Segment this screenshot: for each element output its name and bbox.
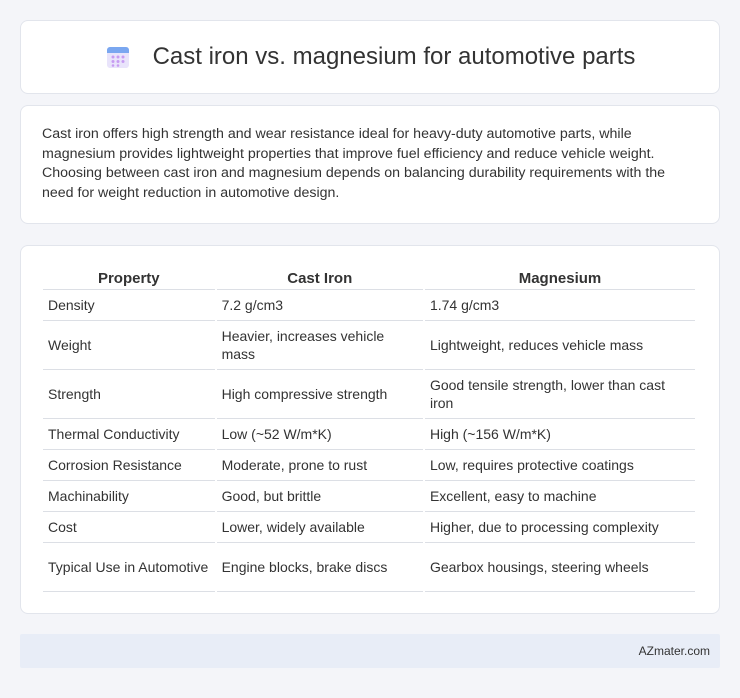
table-row: Corrosion Resistance Moderate, prone to …	[43, 450, 695, 481]
cast-iron-cell: Moderate, prone to rust	[216, 450, 423, 481]
magnesium-cell: Higher, due to processing complexity	[424, 512, 695, 543]
comparison-card: Property Cast Iron Magnesium Density 7.2…	[20, 245, 720, 614]
comparison-table: Property Cast Iron Magnesium Density 7.2…	[41, 266, 697, 592]
footer-site-name: AZmater.com	[638, 644, 710, 658]
header-magnesium: Magnesium	[424, 266, 695, 290]
cast-iron-cell: 7.2 g/cm3	[216, 290, 423, 321]
title-wrap: Cast iron vs. magnesium for automotive p…	[105, 43, 636, 71]
property-cell: Corrosion Resistance	[43, 450, 215, 481]
table-header-row: Property Cast Iron Magnesium	[43, 266, 695, 290]
magnesium-cell: Low, requires protective coatings	[424, 450, 695, 481]
table-row: Density 7.2 g/cm3 1.74 g/cm3	[43, 290, 695, 321]
magnesium-cell: 1.74 g/cm3	[424, 290, 695, 321]
property-cell: Weight	[43, 321, 215, 370]
magnesium-cell: Gearbox housings, steering wheels	[424, 543, 695, 592]
header-cast-iron: Cast Iron	[216, 266, 423, 290]
cast-iron-cell: Heavier, increases vehicle mass	[216, 321, 423, 370]
cast-iron-cell: Low (~52 W/m*K)	[216, 419, 423, 450]
property-cell: Cost	[43, 512, 215, 543]
magnesium-cell: High (~156 W/m*K)	[424, 419, 695, 450]
page-title: Cast iron vs. magnesium for automotive p…	[152, 43, 636, 70]
table-row: Cost Lower, widely available Higher, due…	[43, 512, 695, 543]
magnesium-cell: Good tensile strength, lower than cast i…	[424, 370, 695, 419]
cast-iron-cell: Lower, widely available	[216, 512, 423, 543]
intro-card: Cast iron offers high strength and wear …	[20, 105, 720, 224]
cast-iron-cell: High compressive strength	[216, 370, 423, 419]
title-card: Cast iron vs. magnesium for automotive p…	[20, 20, 720, 94]
cast-iron-cell: Good, but brittle	[216, 481, 423, 512]
property-cell: Thermal Conductivity	[43, 419, 215, 450]
property-cell: Typical Use in Automotive	[43, 543, 215, 592]
table-row: Thermal Conductivity Low (~52 W/m*K) Hig…	[43, 419, 695, 450]
intro-text: Cast iron offers high strength and wear …	[42, 126, 666, 201]
table-row: Machinability Good, but brittle Excellen…	[43, 481, 695, 512]
table-row: Strength High compressive strength Good …	[43, 370, 695, 419]
property-cell: Machinability	[43, 481, 215, 512]
table-row: Weight Heavier, increases vehicle mass L…	[43, 321, 695, 370]
cast-iron-cell: Engine blocks, brake discs	[216, 543, 423, 592]
magnesium-cell: Excellent, easy to machine	[424, 481, 695, 512]
property-cell: Density	[43, 290, 215, 321]
table-row: Typical Use in Automotive Engine blocks,…	[43, 543, 695, 592]
property-cell: Strength	[43, 370, 215, 419]
calendar-icon	[105, 44, 131, 70]
magnesium-cell: Lightweight, reduces vehicle mass	[424, 321, 695, 370]
header-property: Property	[43, 266, 215, 290]
footer: AZmater.com	[20, 634, 720, 668]
